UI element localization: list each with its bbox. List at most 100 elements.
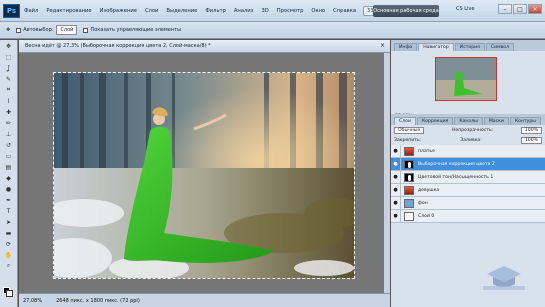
- menu-layers[interactable]: Слои: [141, 8, 162, 14]
- menu-bar: Ps Файл Редактирование Изображение Слои …: [0, 0, 545, 22]
- tab-adjustments[interactable]: Коррекция: [416, 117, 454, 125]
- 3d-rotate-icon[interactable]: ⟳: [3, 239, 15, 249]
- layer-row[interactable]: ● фон: [391, 196, 545, 210]
- toolbox: ✥ ⬚ ʆ ✎ ⌗ ⌇ ✚ ✏ ⊥ ↺ ▭ ▤ ◆ ● ✒ T ➤ ▬ ⟳ ✋ …: [0, 40, 18, 307]
- canvas-image[interactable]: [53, 72, 355, 279]
- menu-image[interactable]: Изображение: [96, 8, 141, 14]
- document-tab[interactable]: Весна идёт @ 27,3% (Выборочная коррекция…: [19, 40, 390, 53]
- layer-mask-thumbnail: [404, 172, 414, 182]
- menu-edit[interactable]: Редактирование: [42, 8, 95, 14]
- menu-select[interactable]: Выделение: [162, 8, 201, 14]
- eyedropper-tool-icon[interactable]: ⌇: [3, 96, 15, 106]
- eraser-tool-icon[interactable]: ▭: [3, 151, 15, 161]
- lasso-tool-icon[interactable]: ʆ: [3, 63, 15, 73]
- status-doc-info: 2648 пикс. x 1800 пикс. (72 ppi): [56, 297, 140, 304]
- workspace-button[interactable]: Основная рабочая среда: [373, 5, 439, 17]
- dodge-tool-icon[interactable]: ●: [3, 184, 15, 194]
- tab-masks[interactable]: Маски: [483, 117, 509, 125]
- cs-live-button[interactable]: CS Live: [456, 6, 474, 12]
- status-bar: 27,08% 2648 пикс. x 1800 пикс. (72 ppi): [19, 293, 390, 307]
- layer-name: Выборочная коррекция цвета 2: [418, 161, 495, 167]
- close-document-icon[interactable]: ×: [380, 42, 385, 49]
- navigator-tabs: Инфо Навигатор История Символ: [391, 40, 545, 51]
- path-select-icon[interactable]: ➤: [3, 217, 15, 227]
- lock-label: Закрепить:: [394, 137, 422, 143]
- hand-tool-icon[interactable]: ✋: [3, 250, 15, 260]
- menu-view[interactable]: Просмотр: [273, 8, 308, 14]
- opacity-input[interactable]: 100%: [520, 126, 542, 134]
- shape-tool-icon[interactable]: ▬: [3, 228, 15, 238]
- tab-info[interactable]: Инфо: [394, 43, 418, 51]
- window-controls: – □ ×: [498, 4, 542, 14]
- tab-channels[interactable]: Каналы: [454, 117, 483, 125]
- type-tool-icon[interactable]: T: [3, 206, 15, 216]
- layer-row-selected[interactable]: ● Выборочная коррекция цвета 2: [391, 157, 545, 171]
- blur-tool-icon[interactable]: ◆: [3, 173, 15, 183]
- maximize-icon[interactable]: □: [513, 4, 527, 14]
- status-zoom[interactable]: 27,08%: [23, 298, 42, 304]
- tab-layers[interactable]: Слои: [394, 117, 416, 125]
- tab-character[interactable]: Символ: [485, 43, 515, 51]
- layer-name: Цветовой тон/Насыщенность 1: [418, 174, 494, 180]
- move-tool-icon[interactable]: ✥: [6, 27, 10, 33]
- move-tool-icon[interactable]: ✥: [3, 41, 15, 51]
- layer-mask-thumbnail: [404, 159, 414, 169]
- fill-label: Заливка:: [460, 137, 482, 143]
- menu-3d[interactable]: 3D: [257, 8, 272, 14]
- watermark-logo: [483, 266, 525, 290]
- menu-window[interactable]: Окно: [307, 8, 329, 14]
- layer-row[interactable]: ● платье: [391, 144, 545, 158]
- tab-paths[interactable]: Контуры: [509, 117, 541, 125]
- tab-navigator[interactable]: Навигатор: [418, 43, 454, 51]
- minimize-icon[interactable]: –: [498, 4, 512, 14]
- autoselect-select[interactable]: Слой: [56, 25, 78, 35]
- navigator-panel: 27,08%: [391, 51, 545, 123]
- menu-help[interactable]: Справка: [329, 8, 360, 14]
- visibility-eye-icon[interactable]: ●: [391, 209, 401, 223]
- close-icon[interactable]: ×: [528, 4, 542, 14]
- layers-tabs: Слои Коррекция Каналы Маски Контуры: [391, 114, 545, 125]
- blend-row: Обычные Непрозрачность: 100%: [391, 125, 545, 135]
- menu-file[interactable]: Файл: [20, 8, 42, 14]
- navigator-thumbnail[interactable]: [435, 57, 497, 101]
- show-controls-checkbox[interactable]: [83, 27, 89, 33]
- menu-filter[interactable]: Фильтр: [201, 8, 230, 14]
- visibility-eye-icon[interactable]: ●: [391, 144, 401, 158]
- photoshop-logo: Ps: [3, 3, 20, 18]
- lock-row: Закрепить: Заливка: 100%: [391, 135, 545, 145]
- autoselect-label: Автовыбор:: [23, 27, 54, 33]
- marquee-tool-icon[interactable]: ⬚: [3, 52, 15, 62]
- navigator-preview: [436, 58, 496, 100]
- visibility-eye-icon[interactable]: ●: [391, 170, 401, 184]
- visibility-eye-icon[interactable]: ●: [391, 157, 401, 171]
- visibility-eye-icon[interactable]: ●: [391, 183, 401, 197]
- layer-row[interactable]: ● девушка: [391, 183, 545, 197]
- layer-name: Слой 0: [418, 213, 435, 219]
- document-title: Весна идёт @ 27,3% (Выборочная коррекция…: [25, 43, 211, 49]
- background-color[interactable]: [6, 290, 13, 297]
- layer-thumbnail: [404, 211, 414, 221]
- layer-name: девушка: [418, 187, 440, 193]
- options-bar: ✥ Автовыбор: Слой Показать управляющие э…: [0, 22, 545, 39]
- stamp-tool-icon[interactable]: ⊥: [3, 129, 15, 139]
- layer-row[interactable]: ● Слой 0: [391, 209, 545, 223]
- autoselect-checkbox[interactable]: [16, 27, 22, 33]
- zoom-tool-icon[interactable]: ⌕: [3, 261, 15, 271]
- brush-tool-icon[interactable]: ✏: [3, 118, 15, 128]
- pen-tool-icon[interactable]: ✒: [3, 195, 15, 205]
- layer-row[interactable]: ● Цветовой тон/Насыщенность 1: [391, 170, 545, 184]
- gradient-tool-icon[interactable]: ▤: [3, 162, 15, 172]
- layer-thumbnail: [404, 185, 414, 195]
- visibility-eye-icon[interactable]: ●: [391, 196, 401, 210]
- blend-mode-select[interactable]: Обычные: [394, 126, 425, 134]
- canvas-area[interactable]: [19, 53, 390, 293]
- vertical-scrollbar[interactable]: [384, 53, 390, 293]
- fill-input[interactable]: 100%: [520, 136, 542, 144]
- quick-select-tool-icon[interactable]: ✎: [3, 74, 15, 84]
- color-swatches[interactable]: [3, 287, 13, 297]
- healing-tool-icon[interactable]: ✚: [3, 107, 15, 117]
- history-brush-icon[interactable]: ↺: [3, 140, 15, 150]
- tab-history[interactable]: История: [454, 43, 485, 51]
- menu-analysis[interactable]: Анализ: [230, 8, 258, 14]
- crop-tool-icon[interactable]: ⌗: [3, 85, 15, 95]
